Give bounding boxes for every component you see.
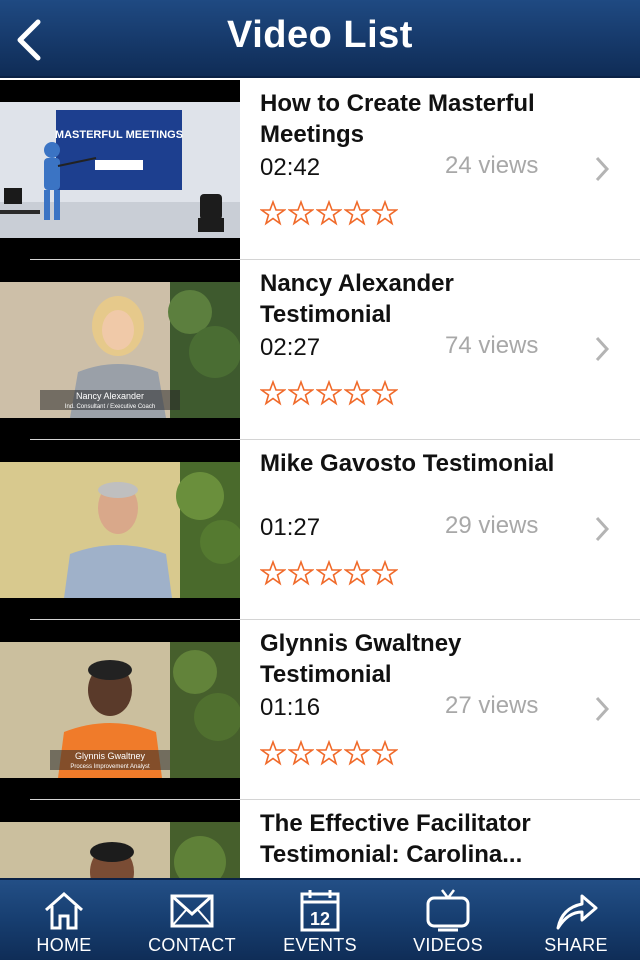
star-icon <box>372 380 398 406</box>
star-icon <box>260 380 286 406</box>
video-thumbnail: MASTERFUL MEETINGS <box>0 80 240 260</box>
thumbnail-subcaption: Ind. Consultant / Executive Coach <box>65 404 155 410</box>
tv-icon <box>426 889 470 932</box>
video-duration: 01:27 <box>260 514 321 541</box>
video-duration: 02:27 <box>260 334 321 361</box>
video-title: Glynnis Gwaltney Testimonial <box>260 630 462 688</box>
star-icon <box>288 200 314 226</box>
chevron-right-icon <box>595 696 610 722</box>
calendar-icon: 12 <box>300 890 340 932</box>
star-rating <box>260 380 398 410</box>
video-thumbnail: Glynnis Gwaltney Process Improvement Ana… <box>0 620 240 800</box>
video-list[interactable]: MASTERFUL MEETINGS How to Create Masterf… <box>0 80 640 878</box>
tab-label: CONTACT <box>148 935 236 955</box>
star-icon <box>316 740 342 766</box>
video-title: How to Create Masterful Meetings <box>260 90 535 148</box>
chevron-right-icon <box>595 156 610 182</box>
list-item[interactable]: MASTERFUL MEETINGS How to Create Masterf… <box>0 80 640 260</box>
star-icon <box>260 560 286 586</box>
list-item[interactable]: Nancy Alexander Ind. Consultant / Execut… <box>0 260 640 440</box>
star-rating <box>260 200 398 230</box>
star-icon <box>372 200 398 226</box>
view-count: 74 views <box>445 332 539 359</box>
star-icon <box>372 740 398 766</box>
calendar-day: 12 <box>310 909 330 929</box>
star-icon <box>344 740 370 766</box>
tab-label: EVENTS <box>283 935 357 955</box>
star-icon <box>316 560 342 586</box>
tab-label: SHARE <box>544 935 608 955</box>
video-title: Mike Gavosto Testimonial <box>260 450 555 477</box>
chevron-right-icon <box>595 336 610 362</box>
list-item[interactable]: Glynnis Gwaltney Process Improvement Ana… <box>0 620 640 800</box>
home-icon <box>45 891 83 930</box>
video-title: Nancy Alexander Testimonial <box>260 270 454 328</box>
video-thumbnail <box>0 800 240 878</box>
view-count: 27 views <box>445 692 539 719</box>
envelope-icon <box>170 894 214 928</box>
star-icon <box>344 560 370 586</box>
thumbnail-caption: Nancy Alexander <box>76 391 144 401</box>
video-duration: 02:42 <box>260 154 321 181</box>
star-icon <box>344 380 370 406</box>
nav-bar: Video List <box>0 0 640 78</box>
star-rating <box>260 740 398 770</box>
chevron-right-icon <box>595 516 610 542</box>
video-thumbnail: Nancy Alexander Ind. Consultant / Execut… <box>0 260 240 440</box>
tab-videos[interactable]: VIDEOS <box>384 880 512 960</box>
video-duration: 01:16 <box>260 694 321 721</box>
star-icon <box>260 740 286 766</box>
tab-label: VIDEOS <box>413 935 483 955</box>
view-count: 29 views <box>445 512 539 539</box>
tab-events[interactable]: 12 EVENTS <box>256 880 384 960</box>
page-title: Video List <box>227 14 413 56</box>
star-icon <box>288 560 314 586</box>
share-arrow-icon <box>556 894 598 930</box>
video-thumbnail <box>0 440 240 620</box>
list-item[interactable]: Mike Gavosto Testimonial 01:27 29 views <box>0 440 640 620</box>
list-item[interactable]: The Effective Facilitator Testimonial: C… <box>0 800 640 878</box>
tab-bar: HOME CONTACT 12 EVENTS VIDEOS SHARE <box>0 878 640 960</box>
star-icon <box>316 200 342 226</box>
tab-contact[interactable]: CONTACT <box>128 880 256 960</box>
tab-share[interactable]: SHARE <box>512 880 640 960</box>
thumbnail-caption: MASTERFUL MEETINGS <box>55 129 183 141</box>
star-icon <box>372 560 398 586</box>
star-icon <box>344 200 370 226</box>
star-icon <box>316 380 342 406</box>
star-icon <box>260 200 286 226</box>
thumbnail-caption: Glynnis Gwaltney <box>75 751 146 761</box>
star-icon <box>288 380 314 406</box>
star-rating <box>260 560 398 590</box>
video-title: The Effective Facilitator Testimonial: C… <box>260 810 531 868</box>
view-count: 24 views <box>445 152 539 179</box>
star-icon <box>288 740 314 766</box>
tab-label: HOME <box>36 935 92 955</box>
thumbnail-subcaption: Process Improvement Analyst <box>70 764 150 770</box>
tab-home[interactable]: HOME <box>0 880 128 960</box>
